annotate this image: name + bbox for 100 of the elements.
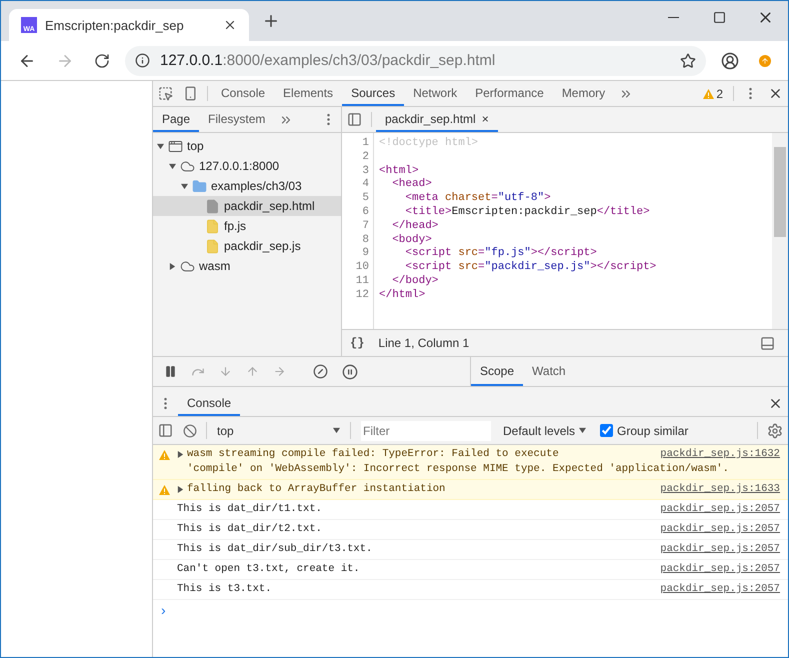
console-message: This is dat_dir/sub_dir/t3.txt. — [177, 542, 372, 557]
context-dropdown[interactable]: top — [211, 417, 346, 444]
code-line: </body> — [391, 274, 438, 287]
scrollbar[interactable] — [772, 133, 788, 329]
console-message: Can't open t3.txt, create it. — [177, 562, 360, 577]
file-icon — [205, 238, 220, 254]
line-number: 5 — [361, 192, 369, 206]
sidebar-tab[interactable]: Watch — [523, 357, 575, 386]
console-message: This is t3.txt. — [177, 582, 272, 597]
line-number: 3 — [361, 164, 369, 178]
line-number: 10 — [354, 261, 369, 275]
pause-icon — [164, 365, 177, 378]
file-icon — [205, 198, 220, 214]
cloud-icon — [180, 258, 195, 274]
warning-icon — [159, 484, 170, 494]
line-number: 4 — [361, 178, 369, 192]
up-arrow-icon — [246, 365, 259, 378]
code-line: <script src="fp.js"></script> — [404, 247, 597, 260]
checkbox-label: Group similar — [617, 424, 688, 438]
devtools-tab[interactable]: Memory — [552, 81, 614, 106]
code-line: </head> — [391, 220, 438, 232]
line-number: 8 — [361, 234, 369, 248]
maximize-icon — [712, 10, 726, 24]
panel-icon — [760, 336, 775, 350]
group-similar-checkbox[interactable] — [600, 424, 614, 437]
warning-icon — [159, 450, 170, 460]
close-icon — [223, 18, 237, 32]
expand-triangle-icon — [177, 451, 184, 458]
console-prompt[interactable]: › — [153, 600, 788, 620]
code-line: <script src="packdir_sep.js"></script> — [404, 261, 656, 274]
address-bar[interactable]: 127.0.0.1:8000/examples/ch3/03/packdir_sep.html — [125, 46, 706, 76]
tree-item[interactable]: fp.js — [153, 216, 341, 236]
plus-icon — [262, 12, 280, 30]
close-icon — [768, 86, 783, 101]
cloud-icon — [180, 158, 195, 174]
code-line: <meta charset="utf-8"> — [404, 192, 551, 204]
warning-icon — [703, 88, 714, 98]
code-line: </html> — [379, 288, 426, 301]
console-message: This is dat_dir/t2.txt. — [177, 522, 322, 537]
tree-item[interactable]: wasm — [153, 256, 341, 276]
expand-triangle-icon — [177, 486, 184, 493]
source-link[interactable]: packdir_sep.js:1632 — [660, 447, 780, 462]
right-arrow-icon — [273, 365, 286, 378]
code-line: <title>Emscripten:packdir_sep</title> — [404, 206, 650, 218]
pause-icon — [342, 364, 358, 380]
collapsed-triangle-icon — [169, 262, 176, 270]
console-message: falling back to ArrayBuffer instantiation — [187, 482, 446, 497]
tree-item[interactable]: top — [153, 136, 341, 156]
filter-field[interactable]: Filter — [361, 421, 491, 441]
source-link[interactable]: packdir_sep.js:2057 — [660, 522, 780, 537]
minimize-icon — [668, 16, 678, 18]
levels-dropdown[interactable]: Default levels — [497, 417, 592, 444]
warning-counter[interactable]: 2 — [697, 81, 729, 106]
caret-icon — [333, 427, 340, 434]
tree-item[interactable]: 127.0.0.1:8000 — [153, 156, 341, 176]
panel-icon — [158, 423, 173, 438]
line-number: 11 — [354, 274, 369, 289]
code-line: <head> — [391, 178, 432, 190]
panel-icon — [347, 112, 362, 127]
devtools-tab[interactable]: Performance — [466, 81, 553, 106]
line-number: 7 — [361, 220, 369, 234]
down-arrow-icon — [219, 365, 232, 378]
person-icon — [721, 52, 739, 70]
source-link[interactable]: packdir_sep.js:2057 — [660, 562, 780, 577]
line-number: 1 — [361, 137, 369, 151]
tree-item[interactable]: packdir_sep.html — [153, 196, 341, 216]
pretty-print-button[interactable]: {} — [350, 336, 364, 350]
window-icon — [168, 138, 183, 154]
line-number: 2 — [361, 150, 369, 165]
source-link[interactable]: packdir_sep.js:1633 — [660, 482, 780, 497]
url-text: 127.0.0.1:8000/examples/ch3/03/packdir_sep.html — [160, 52, 496, 69]
devtools-tab[interactable]: Network — [404, 81, 466, 106]
slashed-circle-icon — [313, 364, 328, 379]
source-link[interactable]: packdir_sep.js:2057 — [660, 502, 780, 517]
expanded-triangle-icon — [169, 162, 176, 170]
file-icon — [205, 218, 220, 234]
devtools-tab[interactable]: Elements — [274, 81, 342, 106]
tree-item[interactable]: packdir_sep.js — [153, 236, 341, 256]
code-line: <!doctype html> — [379, 137, 478, 149]
console-message: This is dat_dir/t1.txt. — [177, 502, 322, 517]
line-number: 6 — [361, 206, 369, 220]
line-number: 9 — [361, 247, 369, 262]
clear-icon — [183, 424, 197, 438]
source-link[interactable]: packdir_sep.js:2057 — [660, 582, 780, 597]
line-number: 12 — [354, 288, 369, 303]
close-icon — [768, 396, 783, 411]
reload-icon — [94, 52, 110, 68]
navigator-tab[interactable]: Filesystem — [199, 107, 274, 132]
settings-icon — [767, 422, 783, 438]
expanded-triangle-icon — [157, 142, 164, 150]
code-line: <html> — [379, 164, 419, 177]
caret-icon — [579, 427, 586, 434]
navigator-tab[interactable]: Page — [153, 107, 200, 132]
devtools-tab[interactable]: Console — [212, 81, 274, 106]
console-message: 'compile' on 'WebAssembly': Incorrect response MIME type. Expected 'application/wasm'. — [187, 462, 729, 477]
source-link[interactable]: packdir_sep.js:2057 — [660, 542, 780, 557]
cursor-position: Line 1, Column 1 — [378, 336, 470, 350]
cursor-icon — [158, 86, 173, 101]
code-line: <body> — [391, 234, 432, 246]
tree-item[interactable]: examples/ch3/03 — [153, 176, 341, 196]
